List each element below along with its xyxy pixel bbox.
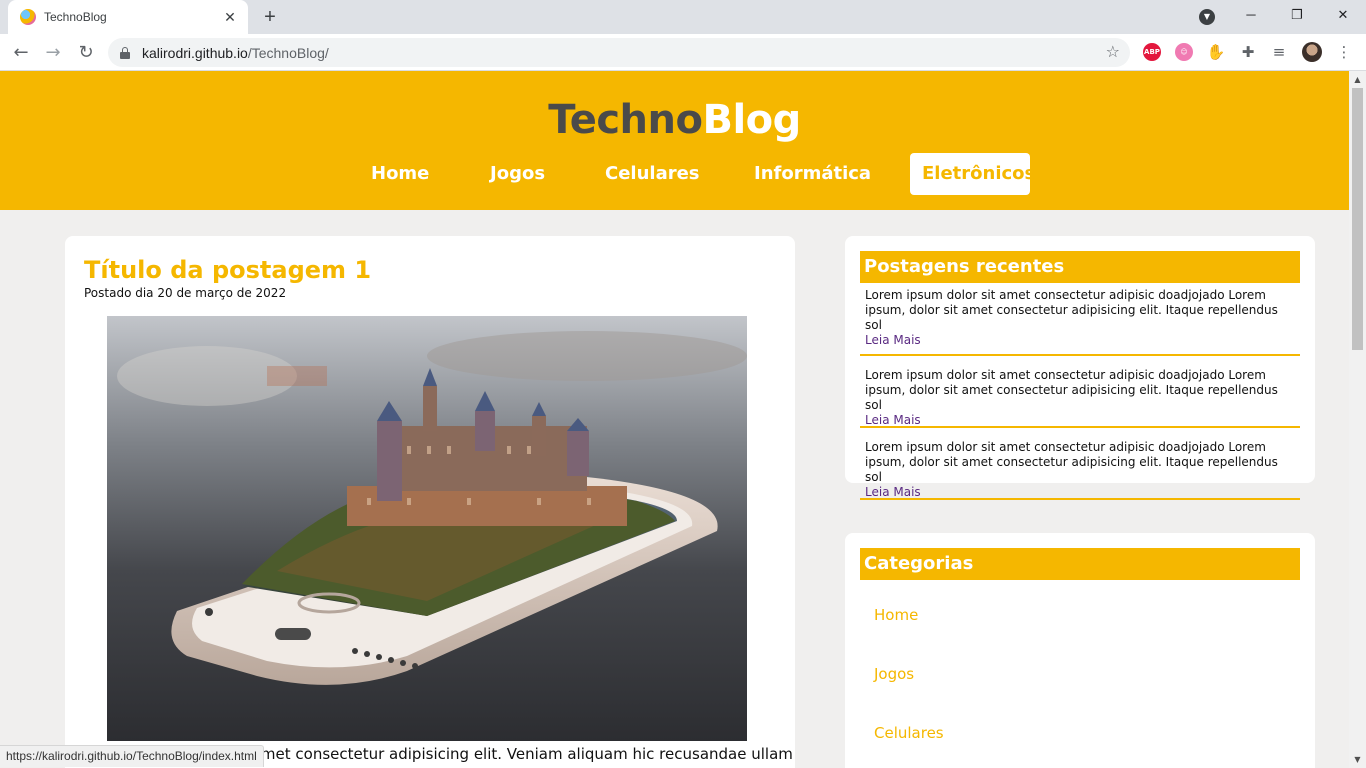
browser-tab[interactable]: TechnoBlog ✕ xyxy=(8,0,248,34)
post-image xyxy=(107,316,747,741)
main-nav: Home Jogos Celulares Informática Eletrôn… xyxy=(0,153,1349,195)
url-host: kalirodri.github.io xyxy=(142,44,248,61)
reading-list-icon[interactable]: ≡ xyxy=(1269,42,1289,62)
nav-home[interactable]: Home xyxy=(359,153,441,195)
recent-post-text: Lorem ipsum dolor sit amet consectetur a… xyxy=(865,288,1278,332)
recent-post-text: Lorem ipsum dolor sit amet consectetur a… xyxy=(865,368,1278,412)
tab-title: TechnoBlog xyxy=(44,10,107,24)
new-tab-button[interactable]: + xyxy=(258,5,282,29)
logo-techno: Techno xyxy=(548,97,703,143)
close-tab-icon[interactable]: ✕ xyxy=(222,9,238,26)
scroll-up-icon[interactable]: ▲ xyxy=(1349,71,1366,88)
recent-posts-widget: Postagens recentes Lorem ipsum dolor sit… xyxy=(845,236,1315,500)
recent-post-text: Lorem ipsum dolor sit amet consectetur a… xyxy=(865,440,1278,484)
category-celulares[interactable]: Celulares xyxy=(874,724,944,742)
address-bar[interactable]: kalirodri.github.io/TechnoBlog/ ☆ xyxy=(108,38,1130,67)
page-scrollbar[interactable]: ▲ ▼ xyxy=(1349,71,1366,768)
category-home[interactable]: Home xyxy=(874,606,918,624)
category-jogos[interactable]: Jogos xyxy=(874,665,914,683)
read-more-link[interactable]: Leia Mais xyxy=(865,485,1300,500)
post-title[interactable]: Título da postagem 1 xyxy=(84,256,371,284)
forward-icon[interactable]: → xyxy=(41,41,65,65)
puzzle-icon[interactable]: ✚ xyxy=(1238,42,1258,62)
url-path: /TechnoBlog/ xyxy=(247,44,329,61)
recent-post-item: Lorem ipsum dolor sit amet consectetur a… xyxy=(860,284,1300,356)
nav-eletronicos[interactable]: Eletrônicos xyxy=(910,153,1035,195)
post-card: Título da postagem 1 Postado dia 20 de m… xyxy=(65,236,795,768)
recent-posts-title: Postagens recentes xyxy=(860,251,1300,283)
scroll-down-icon[interactable]: ▼ xyxy=(1349,751,1366,768)
restore-icon[interactable]: ❐ xyxy=(1274,0,1320,32)
nav-celulares[interactable]: Celulares xyxy=(593,153,712,195)
scroll-thumb[interactable] xyxy=(1352,88,1363,350)
recent-post-item: Lorem ipsum dolor sit amet consectetur a… xyxy=(860,428,1300,500)
url-text: kalirodri.github.io/TechnoBlog/ xyxy=(142,45,329,61)
menu-kebab-icon[interactable]: ⋮ xyxy=(1334,42,1354,62)
back-icon[interactable]: ← xyxy=(9,41,33,65)
profile-avatar[interactable] xyxy=(1302,42,1322,62)
minimize-icon[interactable]: ─ xyxy=(1228,0,1274,32)
phone-castle-illustration xyxy=(107,316,747,741)
categories-widget: Categorias Home Jogos Celulares xyxy=(845,533,1315,768)
browser-toolbar: ← → ↻ kalirodri.github.io/TechnoBlog/ ☆ … xyxy=(0,34,1366,71)
favicon-icon xyxy=(20,9,36,25)
reload-icon[interactable]: ↻ xyxy=(74,41,98,65)
categories-title: Categorias xyxy=(860,548,1300,580)
tab-search-icon[interactable]: ▼ xyxy=(1199,9,1215,25)
nav-jogos[interactable]: Jogos xyxy=(478,153,557,195)
window-close-icon[interactable]: ✕ xyxy=(1320,0,1366,32)
abp-icon[interactable]: ABP xyxy=(1143,43,1161,61)
nav-informatica[interactable]: Informática xyxy=(742,153,883,195)
lock-icon[interactable] xyxy=(120,46,130,59)
read-more-link[interactable]: Leia Mais xyxy=(865,413,1300,428)
bookmark-star-icon[interactable]: ☆ xyxy=(1106,42,1120,61)
read-more-link[interactable]: Leia Mais xyxy=(865,333,1300,348)
logo-blog: Blog xyxy=(702,97,801,143)
tab-strip: TechnoBlog ✕ + ▼ ─ ❐ ✕ xyxy=(0,0,1366,34)
post-date: Postado dia 20 de março de 2022 xyxy=(84,286,287,300)
site-logo[interactable]: TechnoBlog xyxy=(0,97,1349,143)
site-header: TechnoBlog Home Jogos Celulares Informát… xyxy=(0,71,1349,210)
recent-post-item: Lorem ipsum dolor sit amet consectetur a… xyxy=(860,356,1300,428)
avatar-extension-icon[interactable]: ☺ xyxy=(1175,43,1193,61)
link-status-bar: https://kalirodri.github.io/TechnoBlog/i… xyxy=(0,745,264,767)
hand-icon[interactable]: ✋ xyxy=(1206,42,1226,62)
page-viewport: TechnoBlog Home Jogos Celulares Informát… xyxy=(0,71,1349,768)
